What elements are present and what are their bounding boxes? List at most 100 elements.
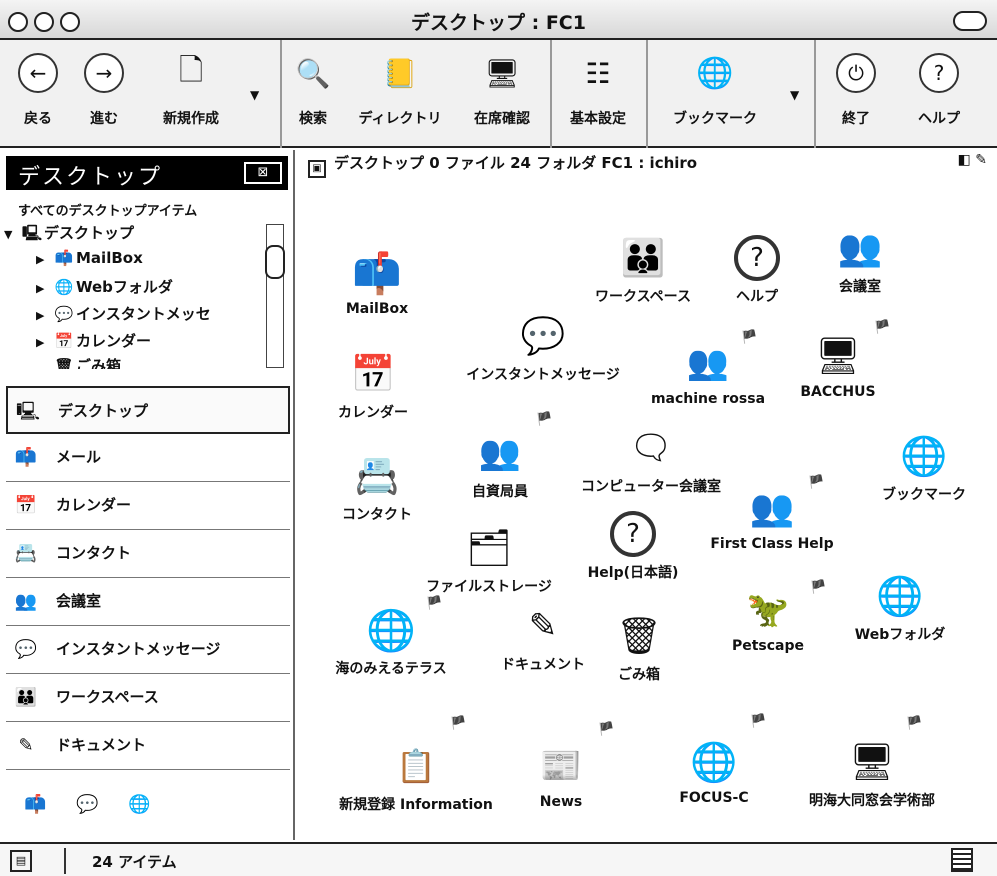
tree-item-desktop[interactable]: ▼ 🖳 デスクトップ bbox=[4, 222, 134, 248]
desktop-item-mailbox[interactable]: 📫 MailBox bbox=[332, 245, 422, 318]
tree-scrollbar[interactable] bbox=[265, 224, 285, 368]
server-icon: 🖥 bbox=[815, 336, 861, 377]
back-arrow-icon: ← bbox=[18, 53, 58, 93]
presence-button[interactable]: 🖥 在席確認 bbox=[462, 46, 542, 142]
nav-mail[interactable]: 📫 メール bbox=[6, 434, 290, 482]
help-icon: ? bbox=[734, 235, 780, 281]
item-label: コンタクト bbox=[342, 507, 412, 523]
desktop-item-new-registration-info[interactable]: 📋 新規登録 Information bbox=[326, 738, 506, 814]
sidebar-close-icon[interactable]: ⊠ bbox=[244, 162, 282, 184]
desktop-item-news[interactable]: 📰 News bbox=[526, 738, 596, 810]
mail-icon: 📫 bbox=[14, 447, 38, 468]
directory-button[interactable]: 📒 ディレクトリ bbox=[350, 46, 450, 142]
new-button[interactable]: 🗋 新規作成 bbox=[146, 46, 236, 142]
nav-documents[interactable]: ✎ ドキュメント bbox=[6, 722, 290, 770]
tree-item-calendar[interactable]: ▶ 📅 カレンダー bbox=[36, 330, 151, 351]
nav-label: コンタクト bbox=[56, 544, 132, 562]
computer-conference-icon: 🗨 bbox=[629, 428, 673, 468]
tree-item-trash[interactable]: 🗑 ごみ箱 bbox=[36, 355, 121, 369]
nav-workspace[interactable]: 👪 ワークスペース bbox=[6, 674, 290, 722]
desktop-item-workspace[interactable]: 👪 ワークスペース bbox=[578, 230, 708, 306]
chat-shortcut-icon[interactable]: 💬 bbox=[76, 794, 98, 815]
web-folder-icon: 🌐 bbox=[54, 278, 74, 296]
desktop-item-conference-room[interactable]: 👥 会議室 bbox=[820, 220, 900, 296]
item-label: 明海大同窓会学術部 bbox=[809, 793, 935, 809]
desktop-item-web-folder[interactable]: 🌐 Webフォルダ bbox=[840, 568, 960, 644]
desktop-item-calendar[interactable]: 📅 カレンダー bbox=[328, 346, 418, 422]
sidebar-title: デスクトップ bbox=[18, 165, 163, 190]
nav-instant-message[interactable]: 💬 インスタントメッセージ bbox=[6, 626, 290, 674]
preferences-button[interactable]: ☷ 基本設定 bbox=[558, 46, 638, 142]
nav-desktop[interactable]: 🖳 デスクトップ bbox=[6, 386, 290, 434]
desktop-item-machine-rossa[interactable]: 👥 machine rossa bbox=[638, 335, 778, 407]
toolbar: ← 戻る → 進む 🗋 新規作成 ▼ 🔍 検索 📒 ディレクトリ 🖥 在席確認 … bbox=[0, 40, 997, 148]
desktop-item-sea-terrace[interactable]: 🌐 海のみえるテラス bbox=[326, 602, 456, 678]
contacts-icon: 📇 bbox=[14, 543, 38, 564]
desktop-item-bookmarks[interactable]: 🌐 ブックマーク bbox=[874, 428, 974, 504]
forward-button[interactable]: → 進む bbox=[74, 46, 134, 142]
toolbar-toggle-button[interactable] bbox=[953, 11, 987, 31]
trash-icon: 🗑 bbox=[616, 616, 662, 657]
nav-label: メール bbox=[56, 448, 102, 466]
item-label: ヘルプ bbox=[736, 289, 778, 305]
directory-icon: 📒 bbox=[382, 56, 418, 90]
forward-arrow-icon: → bbox=[84, 53, 124, 93]
bookmarks-dropdown-icon[interactable]: ▼ bbox=[790, 88, 799, 102]
desktop-item-file-storage[interactable]: 🗂 ファイルストレージ bbox=[414, 520, 564, 596]
help-icon: ? bbox=[610, 511, 656, 557]
tree-item-mailbox[interactable]: ▶ 📫 MailBox bbox=[36, 249, 143, 267]
globe-icon: 🌐 bbox=[876, 573, 924, 618]
presence-label: 在席確認 bbox=[474, 111, 530, 127]
back-button[interactable]: ← 戻る bbox=[8, 46, 68, 142]
nav-calendar[interactable]: 📅 カレンダー bbox=[6, 482, 290, 530]
desktop-item-documents[interactable]: ✎ ドキュメント bbox=[488, 598, 598, 674]
edit-pencil-icon[interactable]: ✎ bbox=[975, 152, 987, 168]
desktop-item-first-class-help[interactable]: 👥 First Class Help bbox=[702, 480, 842, 552]
globe-shortcut-icon[interactable]: 🌐 bbox=[128, 794, 150, 815]
scrollbar-thumb[interactable] bbox=[265, 245, 285, 279]
collapse-arrow-icon[interactable]: ▶ bbox=[36, 336, 52, 349]
help-icon: ? bbox=[919, 53, 959, 93]
list-view-icon[interactable] bbox=[951, 848, 973, 872]
bookmarks-button[interactable]: 🌐 ブックマーク bbox=[650, 46, 780, 142]
tree-item-label: カレンダー bbox=[76, 332, 152, 350]
desktop-item-petscape[interactable]: 🦖 Petscape bbox=[718, 582, 818, 654]
item-label: 新規登録 Information bbox=[339, 797, 493, 813]
view-toggle-icon[interactable]: ▤ bbox=[10, 850, 32, 872]
desktop-item-trash[interactable]: 🗑 ごみ箱 bbox=[604, 608, 674, 684]
toolbar-separator bbox=[646, 40, 648, 148]
desktop-item-help[interactable]: ? ヘルプ bbox=[722, 230, 792, 306]
contacts-icon: 📇 bbox=[354, 456, 400, 497]
quit-label: 終了 bbox=[842, 111, 870, 127]
desktop-item-instant-message[interactable]: 💬 インスタントメッセージ bbox=[448, 308, 638, 384]
desktop-item-local-staff[interactable]: 👥 自資局員 bbox=[460, 425, 540, 501]
desktop-item-alumni-academic[interactable]: 🖥 明海大同窓会学術部 bbox=[792, 734, 952, 810]
help-button[interactable]: ? ヘルプ bbox=[904, 46, 974, 142]
desktop-item-focus-c[interactable]: 🌐 FOCUS-C bbox=[664, 734, 764, 807]
desktop-item-contacts[interactable]: 📇 コンタクト bbox=[332, 448, 422, 524]
expand-arrow-icon[interactable]: ▼ bbox=[4, 228, 20, 241]
preferences-label: 基本設定 bbox=[570, 111, 626, 127]
tree-item-label: Webフォルダ bbox=[76, 278, 173, 296]
collapse-arrow-icon[interactable]: ▶ bbox=[36, 282, 52, 295]
documents-icon: ✎ bbox=[18, 735, 34, 756]
globe-icon: 🌐 bbox=[900, 433, 948, 478]
desktop-item-bacchus[interactable]: 🖥 BACCHUS bbox=[788, 328, 888, 400]
quit-button[interactable]: ⏻ 終了 bbox=[826, 46, 886, 142]
nav-label: デスクトップ bbox=[58, 402, 149, 420]
desktop-item-help-japanese[interactable]: ? Help(日本語) bbox=[578, 506, 688, 582]
item-label: Webフォルダ bbox=[854, 627, 946, 643]
view-options-icon[interactable]: ◧ bbox=[958, 152, 971, 168]
nav-contacts[interactable]: 📇 コンタクト bbox=[6, 530, 290, 578]
flag-icon: 🏴 bbox=[874, 320, 891, 335]
tree-item-web-folder[interactable]: ▶ 🌐 Webフォルダ bbox=[36, 276, 173, 297]
mail-shortcut-icon[interactable]: 📫 bbox=[24, 794, 46, 815]
nav-conference[interactable]: 👥 会議室 bbox=[6, 578, 290, 626]
new-dropdown-icon[interactable]: ▼ bbox=[250, 88, 259, 102]
quit-icon: ⏻ bbox=[836, 53, 876, 93]
collapse-arrow-icon[interactable]: ▶ bbox=[36, 253, 52, 266]
search-button[interactable]: 🔍 検索 bbox=[288, 46, 338, 142]
toolbar-separator bbox=[280, 40, 282, 148]
collapse-arrow-icon[interactable]: ▶ bbox=[36, 309, 52, 322]
tree-item-instant-message[interactable]: ▶ 💬 インスタントメッセ bbox=[36, 303, 211, 324]
